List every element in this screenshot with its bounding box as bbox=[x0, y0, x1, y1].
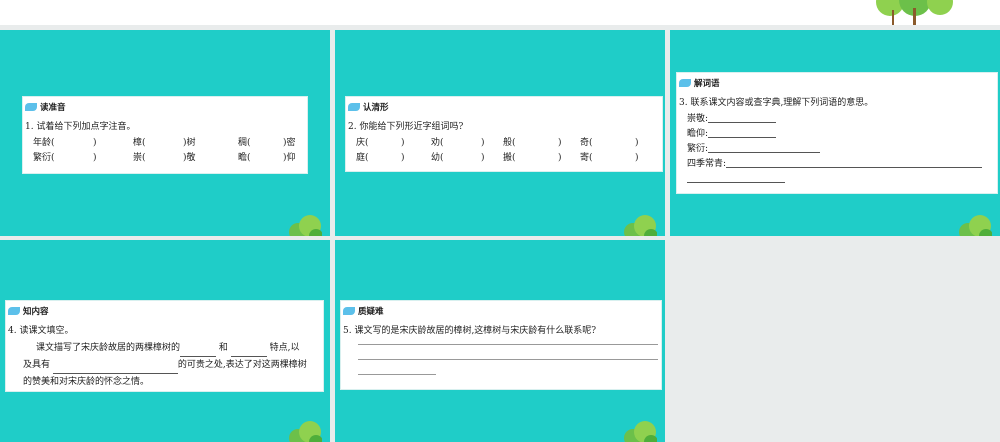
paren: ) bbox=[93, 153, 97, 163]
word-row: 庆() 劝() 般() 奇() bbox=[356, 136, 662, 151]
word: 寄( bbox=[580, 153, 593, 163]
answer-line[interactable] bbox=[708, 127, 777, 138]
card-raise-questions: 质疑难 5. 课文写的是宋庆龄故居的樟树,这樟树与宋庆龄有什么联系呢? bbox=[340, 300, 662, 390]
word: 繁衍( bbox=[33, 153, 55, 163]
word: )敬 bbox=[183, 153, 196, 163]
slide-2[interactable]: 认清形 2. 你能给下列形近字组词吗? 庆() 劝() 般() 奇() 庭() … bbox=[335, 30, 665, 236]
word: 崇( bbox=[133, 153, 146, 163]
word: 年龄( bbox=[33, 138, 55, 148]
answer-line[interactable] bbox=[358, 344, 658, 345]
heading: 知内容 bbox=[23, 307, 49, 317]
word: )树 bbox=[183, 138, 196, 148]
slide-5[interactable]: 质疑难 5. 课文写的是宋庆龄故居的樟树,这樟树与宋庆龄有什么联系呢? bbox=[335, 240, 665, 442]
bush-icon bbox=[624, 215, 657, 236]
paragraph: 及具有 的可贵之处,表达了对这两棵樟树 bbox=[23, 357, 323, 374]
heading-icon bbox=[348, 103, 360, 111]
paren: ) bbox=[401, 138, 405, 148]
word: 劝( bbox=[431, 138, 444, 148]
slide-4[interactable]: 知内容 4. 读课文填空。 课文描写了宋庆龄故居的两棵樟树的 和 特点,以 及具… bbox=[0, 240, 330, 442]
word: 般( bbox=[503, 138, 516, 148]
paren: ) bbox=[481, 138, 485, 148]
heading-icon bbox=[679, 79, 691, 87]
question: 4. 读课文填空。 bbox=[8, 326, 74, 336]
bush-icon bbox=[289, 421, 322, 442]
heading: 解词语 bbox=[694, 79, 720, 89]
paren: ) bbox=[635, 153, 639, 163]
blank[interactable] bbox=[180, 346, 217, 357]
heading-icon bbox=[8, 307, 20, 315]
answer-line[interactable] bbox=[726, 157, 983, 168]
paren: ) bbox=[558, 138, 562, 148]
card-recognize-shapes: 认清形 2. 你能给下列形近字组词吗? 庆() 劝() 般() 奇() 庭() … bbox=[345, 96, 663, 172]
text: 特点,以 bbox=[269, 343, 300, 353]
blank[interactable] bbox=[230, 346, 267, 357]
text: 的可贵之处,表达了对这两棵樟树 bbox=[177, 360, 307, 370]
term-row: 瞻仰: bbox=[687, 127, 997, 142]
text: 课文描写了宋庆龄故居的两棵樟树的 bbox=[36, 343, 181, 353]
text: 及具有 bbox=[23, 360, 51, 370]
slide-3[interactable]: 解词语 3. 联系课文内容或查字典,理解下列词语的意思。 崇敬: 瞻仰: 繁衍:… bbox=[670, 30, 1000, 236]
word: 瞻( bbox=[238, 153, 251, 163]
word-row: 庭() 幼() 搬() 寄() bbox=[356, 151, 662, 166]
bush-icon bbox=[959, 215, 992, 236]
bush-icon bbox=[289, 215, 322, 236]
word: 稠( bbox=[238, 138, 251, 148]
word: 庆( bbox=[356, 138, 369, 148]
question: 5. 课文写的是宋庆龄故居的樟树,这樟树与宋庆龄有什么联系呢? bbox=[343, 326, 597, 336]
card-know-content: 知内容 4. 读课文填空。 课文描写了宋庆龄故居的两棵樟树的 和 特点,以 及具… bbox=[5, 300, 324, 392]
bush-icon bbox=[624, 421, 657, 442]
word: 樟( bbox=[133, 138, 146, 148]
paren: ) bbox=[93, 138, 97, 148]
text: 的赞美和对宋庆龄的怀念之情。 bbox=[23, 377, 150, 387]
heading: 质疑难 bbox=[358, 307, 384, 317]
term-row: 繁衍: bbox=[687, 142, 997, 157]
paragraph: 课文描写了宋庆龄故居的两棵樟树的 和 特点,以 bbox=[36, 340, 323, 357]
text: 和 bbox=[218, 343, 228, 353]
card-understand-words: 解词语 3. 联系课文内容或查字典,理解下列词语的意思。 崇敬: 瞻仰: 繁衍:… bbox=[676, 72, 998, 194]
term: 崇敬: bbox=[687, 114, 709, 124]
paren: ) bbox=[558, 153, 562, 163]
word: 庭( bbox=[356, 153, 369, 163]
question: 2. 你能给下列形近字组词吗? bbox=[348, 122, 464, 132]
heading: 认清形 bbox=[363, 103, 389, 113]
heading: 读准音 bbox=[40, 103, 66, 113]
answer-line[interactable] bbox=[708, 112, 777, 123]
word: 奇( bbox=[580, 138, 593, 148]
tree-decoration-icon bbox=[876, 0, 953, 25]
answer-line[interactable] bbox=[687, 172, 785, 183]
answer-line[interactable] bbox=[708, 142, 821, 153]
question: 3. 联系课文内容或查字典,理解下列词语的意思。 bbox=[679, 98, 874, 108]
paren: ) bbox=[481, 153, 485, 163]
word: 搬( bbox=[503, 153, 516, 163]
word: 幼( bbox=[431, 153, 444, 163]
term-row: 崇敬: bbox=[687, 112, 997, 127]
answer-line[interactable] bbox=[358, 359, 658, 360]
slide-1[interactable]: 读准音 1. 试着给下列加点字注音。 年龄() 樟( )树 稠( )密 繁衍() 崇… bbox=[0, 30, 330, 236]
word: )仰 bbox=[283, 153, 296, 163]
top-bar bbox=[0, 0, 1000, 25]
paren: ) bbox=[635, 138, 639, 148]
word-row: 繁衍() 崇( )敬 瞻( )仰 bbox=[33, 151, 307, 166]
term: 瞻仰: bbox=[687, 129, 709, 139]
paren: ) bbox=[401, 153, 405, 163]
card-read-pronunciation: 读准音 1. 试着给下列加点字注音。 年龄() 樟( )树 稠( )密 繁衍() 崇… bbox=[22, 96, 308, 174]
term: 繁衍: bbox=[687, 144, 709, 154]
word: )密 bbox=[283, 138, 296, 148]
heading-icon bbox=[343, 307, 355, 315]
term: 四季常青: bbox=[687, 159, 727, 169]
answer-line[interactable] bbox=[358, 374, 436, 375]
blank[interactable] bbox=[52, 363, 178, 374]
word-row: 年龄() 樟( )树 稠( )密 bbox=[33, 136, 307, 151]
heading-icon bbox=[25, 103, 37, 111]
question: 1. 试着给下列加点字注音。 bbox=[25, 122, 136, 132]
term-row: 四季常青: bbox=[687, 157, 997, 172]
